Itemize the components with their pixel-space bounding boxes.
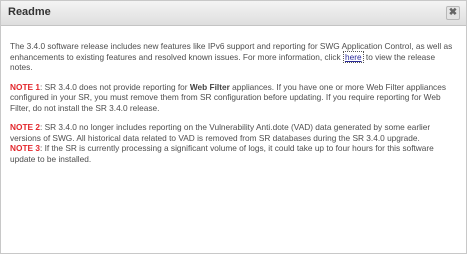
note-2-3-paragraph: NOTE 2: SR 3.4.0 no longer includes repo…	[10, 122, 458, 164]
dialog-titlebar: Readme ✖	[1, 1, 466, 26]
note-1-text: : SR 3.4.0 does not provide reporting fo…	[39, 81, 190, 92]
note-1-bold-text: Web Filter	[189, 81, 230, 92]
note-1-paragraph: NOTE 1: SR 3.4.0 does not provide report…	[10, 82, 458, 114]
note-2-text: : SR 3.4.0 no longer includes reporting …	[10, 122, 431, 143]
dialog-body: The 3.4.0 software release includes new …	[1, 26, 466, 164]
readme-dialog: Readme ✖ The 3.4.0 software release incl…	[0, 0, 467, 254]
note-1-label: NOTE 1	[10, 81, 40, 92]
note-3-text: : If the SR is currently processing a si…	[10, 143, 434, 164]
note-2-label: NOTE 2	[10, 122, 40, 132]
note-3-label: NOTE 3	[10, 143, 40, 153]
intro-paragraph: The 3.4.0 software release includes new …	[10, 41, 458, 73]
close-icon[interactable]: ✖	[446, 6, 460, 20]
release-notes-link[interactable]: here	[342, 50, 364, 63]
dialog-title: Readme	[8, 6, 51, 18]
